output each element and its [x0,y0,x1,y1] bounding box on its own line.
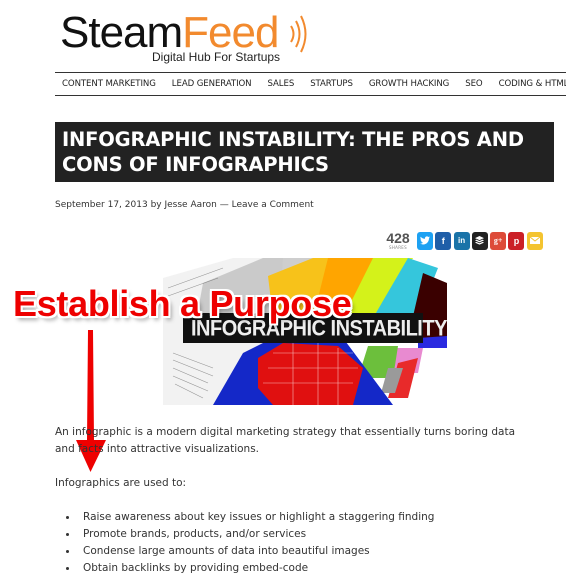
annotation-label: Establish a Purpose [13,283,352,324]
linkedin-icon: in [458,236,466,245]
uses-heading-paragraph: Infographics are used to: [55,477,187,489]
share-bar: 428 SHARES f in g+ p [385,231,545,250]
broadcast-waves-icon [290,15,307,53]
site-tagline: Digital Hub For Startups [152,50,281,64]
buffer-icon [475,236,485,245]
author-link[interactable]: Jesse Aaron [164,200,216,210]
google-plus-icon: g+ [493,236,503,245]
list-item: Promote brands, products, and/or service… [66,526,434,543]
share-count-number: 428 [386,230,410,246]
share-count: 428 SHARES [385,231,411,250]
share-count-label: SHARES [389,245,407,250]
main-nav: CONTENT MARKETING LEAD GENERATION SALES … [55,72,566,96]
nav-item-seo[interactable]: SEO [465,79,482,89]
pinterest-share-button[interactable]: p [508,231,525,250]
post-date: September 17, 2013 [55,200,148,210]
meta-separator: — [219,200,229,210]
pinterest-icon: p [513,235,520,246]
list-item: Raise awareness about key issues or high… [66,509,434,526]
nav-item-startups[interactable]: STARTUPS [310,79,353,89]
uses-list: Raise awareness about key issues or high… [66,509,434,577]
nav-item-lead-generation[interactable]: LEAD GENERATION [172,79,252,89]
nav-item-sales[interactable]: SALES [268,79,295,89]
email-share-button[interactable] [526,231,543,250]
email-icon [529,237,540,244]
article-meta: September 17, 2013 by Jesse Aaron — Leav… [55,200,314,210]
facebook-icon: f [441,235,445,246]
intro-paragraph: An infographic is a modern digital marke… [55,426,516,455]
leave-comment-link[interactable]: Leave a Comment [232,200,314,210]
linkedin-share-button[interactable]: in [453,231,470,250]
facebook-share-button[interactable]: f [435,231,452,250]
nav-item-coding-html[interactable]: CODING & HTML [499,79,566,89]
twitter-icon [420,236,430,245]
article-hero-image[interactable]: INFOGRAPHIC INSTABILITY [163,258,447,405]
site-logo[interactable]: SteamFeed Digital Hub For Startups [60,8,310,64]
twitter-share-button[interactable] [417,231,433,250]
article-title: INFOGRAPHIC INSTABILITY: THE PROS AND CO… [55,122,554,182]
nav-item-growth-hacking[interactable]: GROWTH HACKING [369,79,449,89]
list-item: Condense large amounts of data into beau… [66,543,434,560]
list-item: Obtain backlinks by providing embed-code [66,560,434,577]
byline-by: by [150,200,162,210]
buffer-share-button[interactable] [471,231,488,250]
google-plus-share-button[interactable]: g+ [490,231,507,250]
nav-item-content-marketing[interactable]: CONTENT MARKETING [62,79,156,89]
